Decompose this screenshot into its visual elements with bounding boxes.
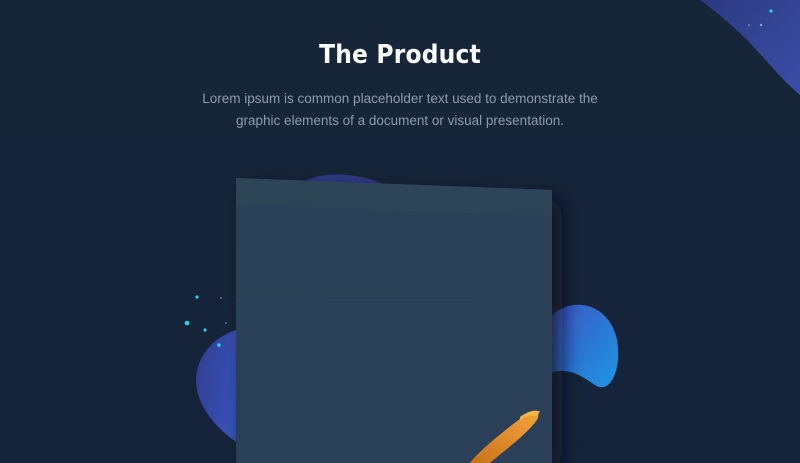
product-section: The Product Lorem ipsum is common placeh…: [0, 0, 800, 463]
product-card: [236, 178, 552, 463]
left-blob: [196, 330, 240, 445]
right-blob: [552, 304, 619, 388]
product-illustration: [184, 174, 619, 463]
